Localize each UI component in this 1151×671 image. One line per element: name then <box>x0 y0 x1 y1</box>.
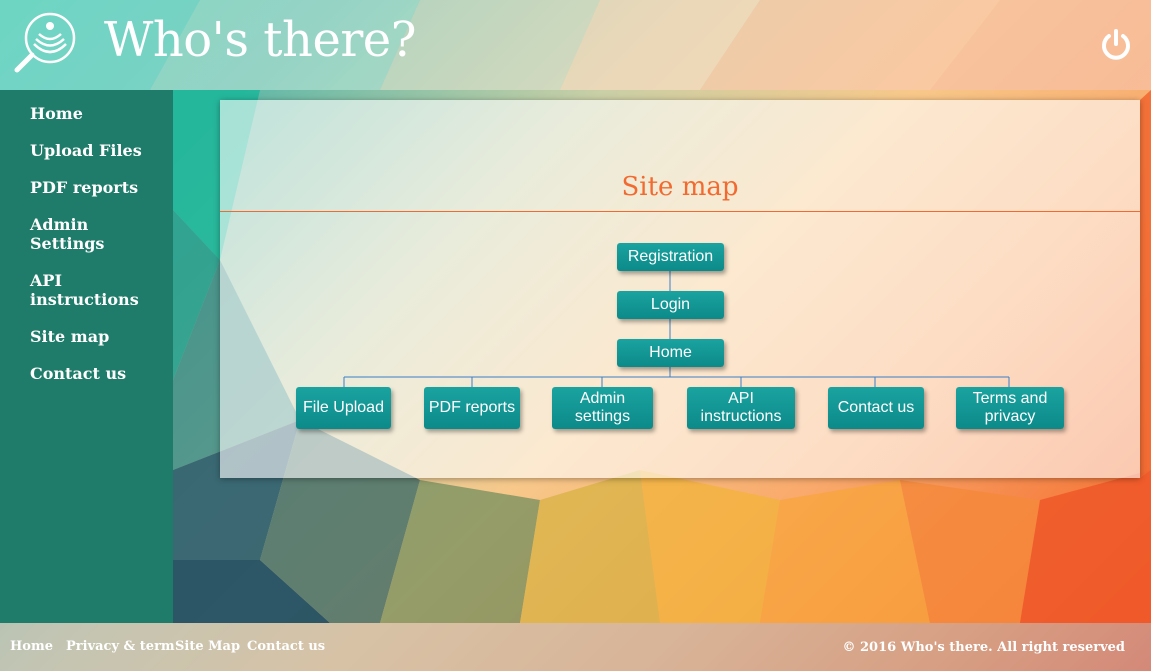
footer-link-site-map[interactable]: Site Map <box>175 639 240 654</box>
node-login[interactable]: Login <box>617 291 724 319</box>
site-map-card: Site map Registration Login Home File Up… <box>220 100 1140 478</box>
sidebar-item-pdf-reports[interactable]: PDF reports <box>0 178 173 197</box>
node-contact-us[interactable]: Contact us <box>828 387 924 429</box>
sidebar-item-api-instructions[interactable]: API instructions <box>0 271 139 309</box>
footer-link-privacy[interactable]: Privacy & term <box>66 639 175 654</box>
sidebar-item-upload-files[interactable]: Upload Files <box>0 141 173 160</box>
magnifier-signal-icon[interactable] <box>12 12 78 74</box>
node-admin-settings[interactable]: Admin settings <box>552 387 653 429</box>
copyright-text: © 2016 Who's there. All right reserved <box>842 640 1125 655</box>
footer-bar: Home Privacy & term Site Map Contact us … <box>0 623 1151 671</box>
sidebar-item-contact-us[interactable]: Contact us <box>0 364 173 383</box>
sidebar-item-site-map[interactable]: Site map <box>0 327 173 346</box>
power-icon[interactable] <box>1099 28 1133 62</box>
top-header: Who's there? <box>0 0 1151 90</box>
node-file-upload[interactable]: File Upload <box>296 387 391 429</box>
footer-link-home[interactable]: Home <box>10 639 53 654</box>
brand-title: Who's there? <box>104 12 416 68</box>
node-terms-privacy[interactable]: Terms and privacy <box>956 387 1064 429</box>
sidebar-item-home[interactable]: Home <box>0 104 173 123</box>
node-pdf-reports[interactable]: PDF reports <box>424 387 520 429</box>
node-registration[interactable]: Registration <box>617 243 724 271</box>
sidebar-item-admin-settings[interactable]: Admin Settings <box>0 215 110 253</box>
node-home[interactable]: Home <box>617 339 724 367</box>
sidebar-nav: Home Upload Files PDF reports Admin Sett… <box>0 90 173 623</box>
node-api-instructions[interactable]: API instructions <box>687 387 795 429</box>
footer-link-contact[interactable]: Contact us <box>247 639 325 654</box>
